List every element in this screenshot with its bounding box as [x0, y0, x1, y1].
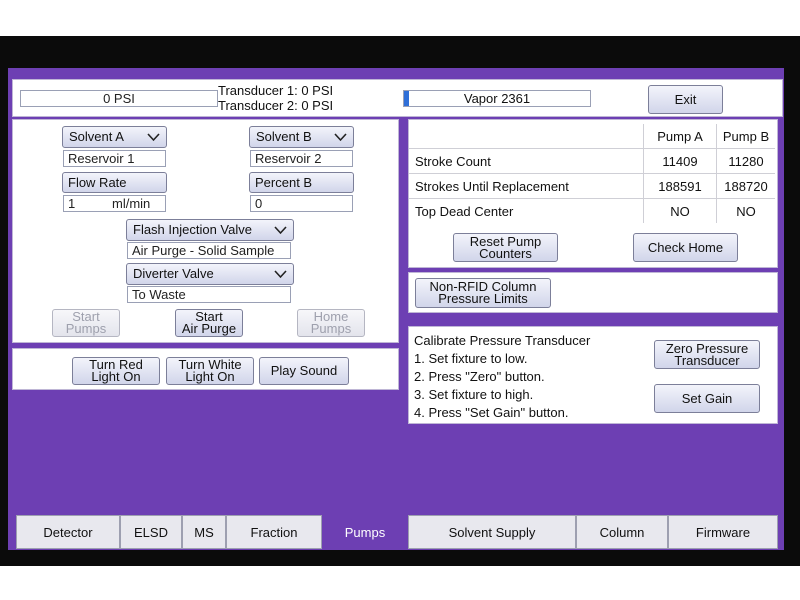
top-dead-center-label: Top Dead Center [409, 198, 644, 223]
chevron-down-icon [334, 132, 347, 141]
flow-rate-field[interactable]: 1 ml/min [63, 195, 166, 212]
check-home-button[interactable]: Check Home [633, 233, 738, 262]
exit-button[interactable]: Exit [648, 85, 723, 114]
solvent-b-dropdown[interactable]: Solvent B [249, 126, 354, 148]
solvent-b-label: Solvent B [256, 129, 312, 144]
solvent-a-label: Solvent A [69, 129, 124, 144]
strokes-until-replacement-a: 188591 [643, 173, 717, 199]
lights-panel: Turn Red Light On Turn White Light On Pl… [12, 348, 399, 390]
table-row: Stroke Count 11409 11280 [409, 148, 775, 174]
flow-rate-button[interactable]: Flow Rate [62, 172, 167, 193]
pressure-readout: 0 PSI [20, 90, 218, 107]
turn-red-light-button[interactable]: Turn Red Light On [72, 357, 160, 385]
play-sound-button[interactable]: Play Sound [259, 357, 349, 385]
tab-bar: Detector ELSD MS Fraction Pumps Solvent … [8, 515, 784, 550]
flash-injection-valve-value: Air Purge - Solid Sample [127, 242, 291, 259]
percent-b-button[interactable]: Percent B [249, 172, 354, 193]
calibrate-panel: Calibrate Pressure Transducer 1. Set fix… [408, 326, 778, 424]
tab-column[interactable]: Column [576, 515, 668, 549]
flash-injection-valve-label: Flash Injection Valve [133, 222, 252, 237]
pump-a-header: Pump A [643, 124, 717, 149]
home-pumps-button[interactable]: Home Pumps [297, 309, 365, 337]
reset-pump-counters-line2: Counters [479, 245, 532, 261]
non-rfid-column-pressure-limits-button[interactable]: Non-RFID Column Pressure Limits [415, 278, 551, 308]
column-limits-panel: Non-RFID Column Pressure Limits [408, 272, 778, 313]
table-row: Top Dead Center NO NO [409, 198, 775, 223]
tab-firmware[interactable]: Firmware [668, 515, 778, 549]
pump-stats-table: Pump A Pump B Stroke Count 11409 11280 S… [409, 124, 775, 223]
top-dead-center-b: NO [716, 198, 775, 223]
chevron-down-icon [274, 269, 287, 278]
top-dead-center-a: NO [643, 198, 717, 223]
tab-solvent-supply[interactable]: Solvent Supply [408, 515, 576, 549]
start-pumps-button[interactable]: Start Pumps [52, 309, 120, 337]
header-panel: 0 PSI Transducer 1: 0 PSI Transducer 2: … [12, 79, 783, 117]
pump-stats-panel: Pump A Pump B Stroke Count 11409 11280 S… [408, 119, 778, 268]
tab-ms[interactable]: MS [182, 515, 226, 549]
transducer-2-readout: Transducer 2: 0 PSI [218, 98, 334, 113]
diverter-valve-value: To Waste [127, 286, 291, 303]
stats-header-row: Pump A Pump B [409, 124, 775, 149]
stroke-count-b: 11280 [716, 148, 775, 174]
flow-rate-value: 1 [68, 196, 76, 211]
solvent-a-dropdown[interactable]: Solvent A [62, 126, 167, 148]
tab-pumps[interactable]: Pumps [322, 515, 408, 550]
tab-elsd[interactable]: ELSD [120, 515, 182, 549]
vapor-progress-bar: Vapor 2361 [403, 90, 591, 107]
stroke-count-label: Stroke Count [409, 148, 644, 174]
solvent-a-value: Reservoir 1 [63, 150, 166, 167]
pump-b-header: Pump B [716, 124, 775, 149]
strokes-until-replacement-label: Strokes Until Replacement [409, 173, 644, 199]
solvent-b-value: Reservoir 2 [250, 150, 353, 167]
zero-pressure-transducer-button[interactable]: Zero Pressure Transducer [654, 340, 760, 369]
turn-red-line2: Light On [91, 369, 141, 384]
calibrate-step-3: 3. Set fixture to high. [414, 387, 534, 402]
calibrate-step-2: 2. Press "Zero" button. [414, 369, 545, 384]
home-pumps-line2: Pumps [310, 321, 352, 336]
diverter-valve-label: Diverter Valve [133, 266, 214, 281]
chevron-down-icon [147, 132, 160, 141]
start-air-purge-button[interactable]: Start Air Purge [175, 309, 243, 337]
strokes-until-replacement-b: 188720 [716, 173, 775, 199]
tab-detector[interactable]: Detector [16, 515, 120, 549]
stroke-count-a: 11409 [643, 148, 717, 174]
vapor-label: Vapor 2361 [463, 91, 531, 106]
percent-b-field[interactable]: 0 [250, 195, 353, 212]
diverter-valve-dropdown[interactable]: Diverter Valve [126, 263, 294, 285]
zero-pressure-line2: Transducer [674, 352, 740, 368]
turn-white-light-button[interactable]: Turn White Light On [166, 357, 254, 385]
flow-rate-unit: ml/min [112, 196, 151, 211]
start-pumps-line2: Pumps [65, 321, 107, 336]
calibrate-step-1: 1. Set fixture to low. [414, 351, 528, 366]
transducer-1-readout: Transducer 1: 0 PSI [218, 83, 334, 98]
calibrate-step-4: 4. Press "Set Gain" button. [414, 405, 569, 420]
pressure-limits-line2: Pressure Limits [438, 291, 528, 306]
pump-settings-panel: Solvent A Reservoir 1 Solvent B Reservoi… [12, 119, 399, 343]
flash-injection-valve-dropdown[interactable]: Flash Injection Valve [126, 219, 294, 241]
calibrate-title: Calibrate Pressure Transducer [414, 333, 591, 348]
chevron-down-icon [274, 225, 287, 234]
reset-pump-counters-button[interactable]: Reset Pump Counters [453, 233, 558, 262]
tab-fraction[interactable]: Fraction [226, 515, 322, 549]
start-air-purge-line2: Air Purge [181, 321, 237, 336]
set-gain-button[interactable]: Set Gain [654, 384, 760, 413]
table-row: Strokes Until Replacement 188591 188720 [409, 173, 775, 199]
turn-white-line2: Light On [185, 369, 235, 384]
